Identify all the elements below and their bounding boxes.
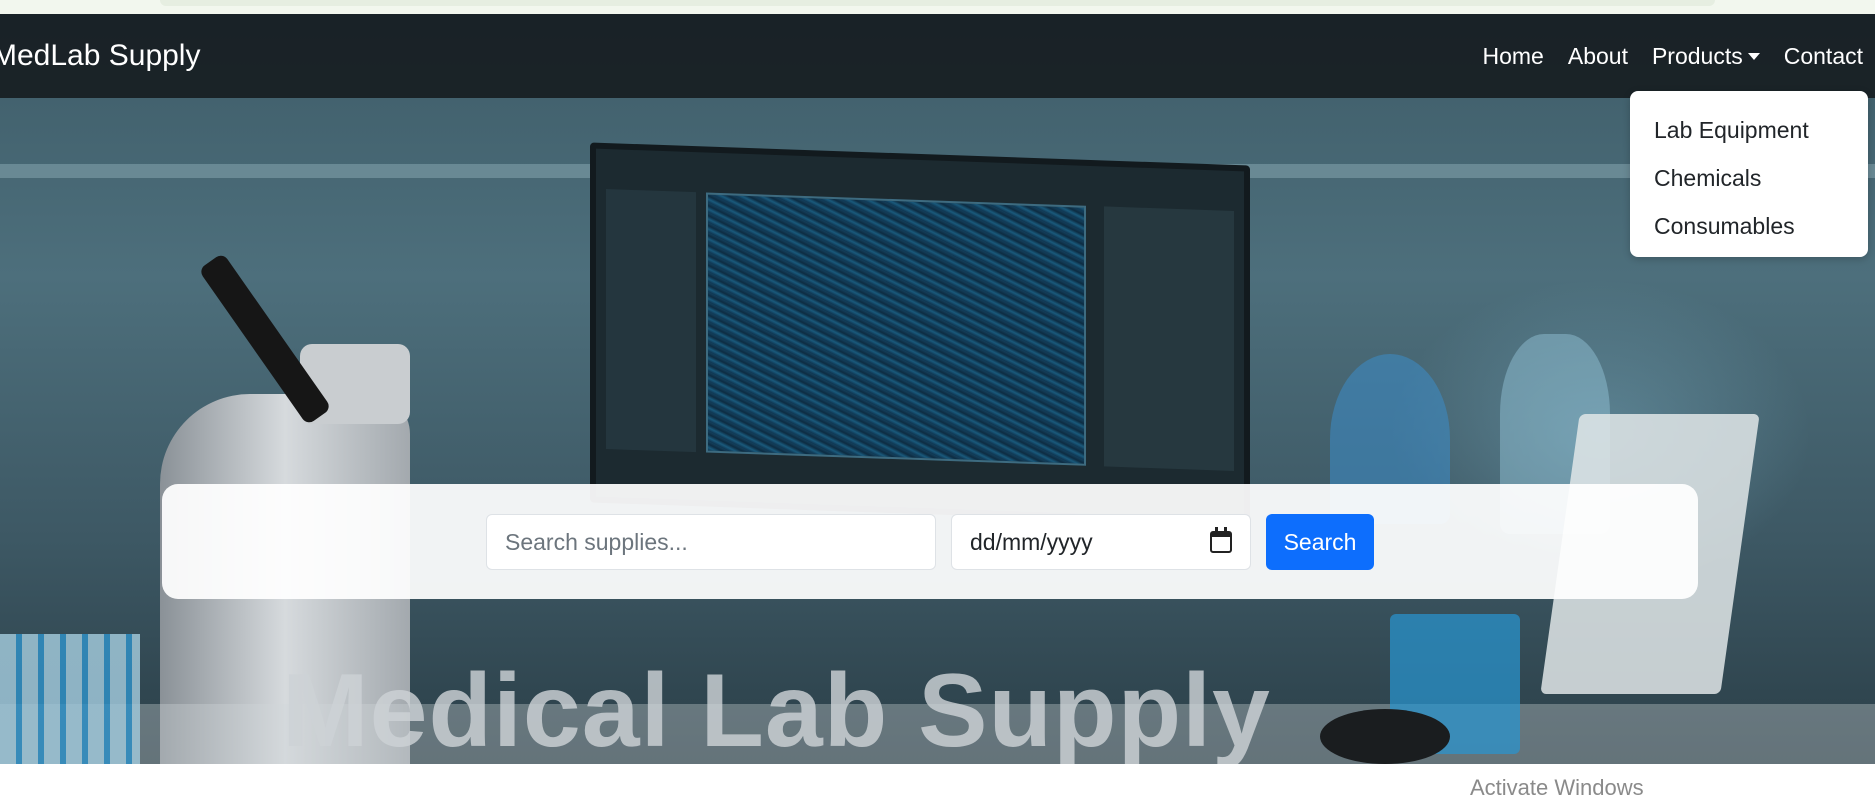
brand-logo-link[interactable]: MedLab Supply (0, 39, 200, 73)
search-button[interactable]: Search (1266, 514, 1374, 570)
monitor-panel-right (1104, 206, 1234, 471)
test-tubes-image (0, 634, 140, 764)
dropdown-item-consumables[interactable]: Consumables (1630, 207, 1868, 255)
nav-links: Home About Products Contact (1459, 43, 1864, 70)
nav-about-label: About (1567, 42, 1628, 69)
date-input[interactable]: dd/mm/yyyy (951, 514, 1251, 570)
monitor-screen (706, 192, 1086, 466)
navbar: MedLab Supply Home About Products Contac… (0, 14, 1875, 98)
monitor-panel-left (606, 189, 696, 453)
caret-down-icon (1747, 52, 1760, 60)
nav-home-link[interactable]: Home (1483, 43, 1544, 70)
search-input[interactable] (486, 514, 936, 570)
dropdown-item-lab-equipment[interactable]: Lab Equipment (1630, 111, 1868, 159)
date-placeholder: dd/mm/yyyy (970, 528, 1093, 555)
nav-about-link[interactable]: About (1568, 43, 1628, 70)
browser-top-strip (0, 0, 1875, 14)
nav-contact-link[interactable]: Contact (1784, 43, 1863, 70)
monitor-image (590, 142, 1250, 526)
activate-windows-watermark: Activate Windows (1470, 775, 1644, 800)
products-dropdown-menu: Lab Equipment Chemicals Consumables (1630, 91, 1868, 257)
top-strip-bar (160, 0, 1715, 6)
nav-products-dropdown-toggle[interactable]: Products (1652, 43, 1760, 70)
nav-products-label: Products (1651, 42, 1743, 69)
calendar-icon[interactable] (1210, 527, 1232, 553)
hero-title: Medical Lab Supply (282, 653, 1271, 769)
mouse-image (1320, 709, 1450, 764)
dropdown-item-chemicals[interactable]: Chemicals (1630, 159, 1868, 207)
